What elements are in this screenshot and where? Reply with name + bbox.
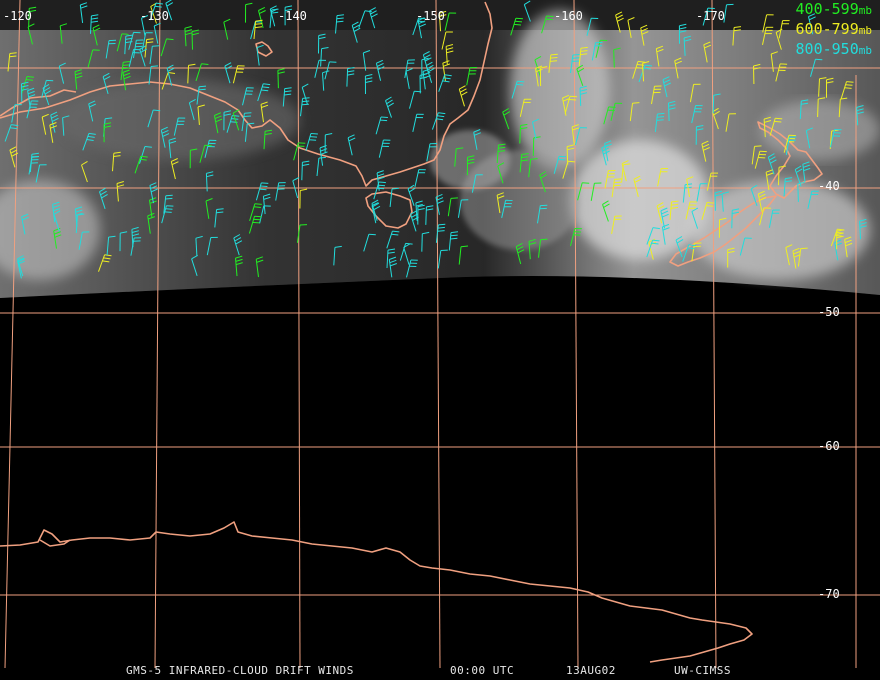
legend-range: 600-799 [795,20,859,38]
image-caption: GMS-5 INFRARED-CLOUD DRIFT WINDS 00:00 U… [0,664,880,678]
legend-unit: mb [858,4,872,17]
lon-label: -150 [416,9,445,23]
legend-unit: mb [858,44,872,57]
caption-source: UW-CIMSS [674,664,731,677]
lon-label: -160 [554,9,583,23]
caption-date: 13AUG02 [566,664,616,677]
lat-label: -70 [818,587,840,601]
legend-unit: mb [858,24,872,37]
legend-entry-high: 400-599mb [796,0,872,20]
lat-label: -50 [818,305,840,319]
legend-entry-low: 800-950mb [796,40,872,60]
lat-label: -60 [818,439,840,453]
caption-time: 00:00 UTC [450,664,515,677]
legend-entry-mid: 600-799mb [796,20,872,40]
coastline-antarctica [0,521,753,663]
satellite-map: -120 -130 -140 -150 -160 -170 -40 -50 -6… [0,0,880,669]
legend-range: 400-599 [795,0,859,18]
lat-label: -40 [818,179,840,193]
legend-range: 800-950 [795,40,859,58]
lon-label: -130 [140,9,169,23]
pressure-legend: 400-599mb 600-799mb 800-950mb [796,0,872,60]
lon-label: -170 [696,9,725,23]
lon-label: -120 [3,9,32,23]
lon-label: -140 [278,9,307,23]
caption-product: GMS-5 INFRARED-CLOUD DRIFT WINDS [126,664,354,677]
